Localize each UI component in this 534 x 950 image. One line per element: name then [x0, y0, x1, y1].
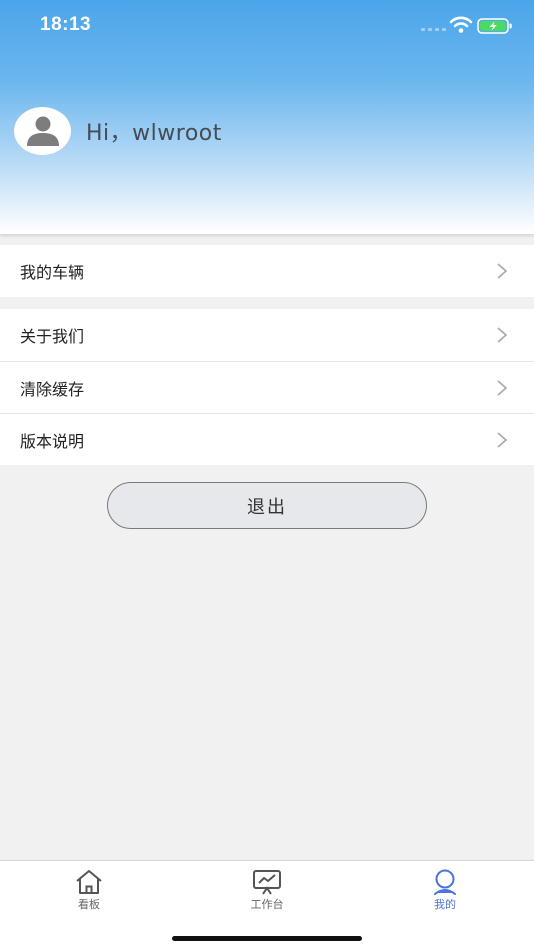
menu-group-settings: 关于我们 清除缓存 版本说明 [0, 309, 534, 465]
status-time: 18:13 [40, 14, 92, 35]
chevron-right-icon [497, 432, 508, 448]
menu-item-label: 我的车辆 [20, 263, 85, 282]
user-profile-icon [434, 869, 456, 895]
tab-label: 我的 [434, 898, 456, 911]
profile-header: 18:13 Hi，wlwroot [0, 0, 534, 234]
profile-screen: 18:13 Hi，wlwroot 我的车辆 关于我们 清除缓存 版本说明 退出 … [0, 0, 534, 950]
tab-workbench[interactable]: 工作台 [237, 869, 297, 912]
chevron-right-icon [497, 263, 508, 279]
home-icon [76, 870, 102, 894]
logout-button[interactable]: 退出 [107, 482, 427, 529]
menu-group-vehicles: 我的车辆 [0, 245, 534, 297]
status-bar: 18:13 [0, 0, 534, 52]
avatar[interactable] [14, 107, 71, 155]
menu-item-label: 清除缓存 [20, 379, 85, 399]
user-profile[interactable]: Hi，wlwroot [14, 107, 222, 155]
chevron-right-icon [497, 327, 508, 343]
chevron-right-icon [497, 380, 508, 396]
menu-item-label: 关于我们 [20, 327, 85, 346]
battery-charging-icon [477, 18, 512, 34]
menu-item-clear-cache[interactable]: 清除缓存 [0, 361, 534, 413]
wifi-icon [449, 16, 473, 33]
menu-item-version-notes[interactable]: 版本说明 [0, 413, 534, 465]
menu-item-about-us[interactable]: 关于我们 [0, 309, 534, 361]
tab-dashboard[interactable]: 看板 [59, 869, 119, 912]
tab-label: 工作台 [250, 898, 284, 911]
home-indicator[interactable] [172, 936, 362, 941]
menu-item-my-vehicles[interactable]: 我的车辆 [0, 245, 534, 297]
menu-item-label: 版本说明 [20, 431, 85, 451]
cellular-signal-icon [421, 28, 446, 31]
tab-label: 看板 [78, 898, 100, 911]
chart-monitor-icon [253, 870, 281, 895]
user-avatar-icon [26, 116, 59, 146]
user-greeting: Hi，wlwroot [86, 121, 222, 146]
tab-mine[interactable]: 我的 [415, 869, 475, 912]
